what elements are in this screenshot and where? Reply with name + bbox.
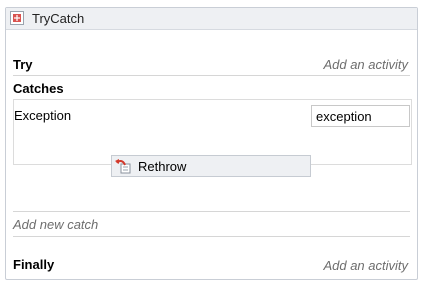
try-label: Try [13,57,33,72]
rethrow-activity[interactable]: Rethrow [111,155,311,177]
catches-label: Catches [13,81,64,96]
rethrow-label: Rethrow [138,159,187,174]
divider [13,236,410,237]
rethrow-icon [115,158,132,175]
trycatch-icon [10,11,24,25]
finally-drop-target[interactable]: Add an activity [323,258,408,273]
finally-label: Finally [13,257,55,272]
catch-exception-type[interactable]: Exception [14,108,71,123]
trycatch-activity[interactable]: TryCatch Try Add an activity Catches Exc… [5,7,418,280]
activity-header[interactable]: TryCatch [6,8,417,30]
activity-title: TryCatch [32,11,85,26]
divider [13,75,410,76]
exception-variable-field[interactable] [311,105,410,127]
try-drop-target[interactable]: Add an activity [323,57,408,72]
divider [13,211,410,212]
add-new-catch[interactable]: Add new catch [13,217,98,232]
